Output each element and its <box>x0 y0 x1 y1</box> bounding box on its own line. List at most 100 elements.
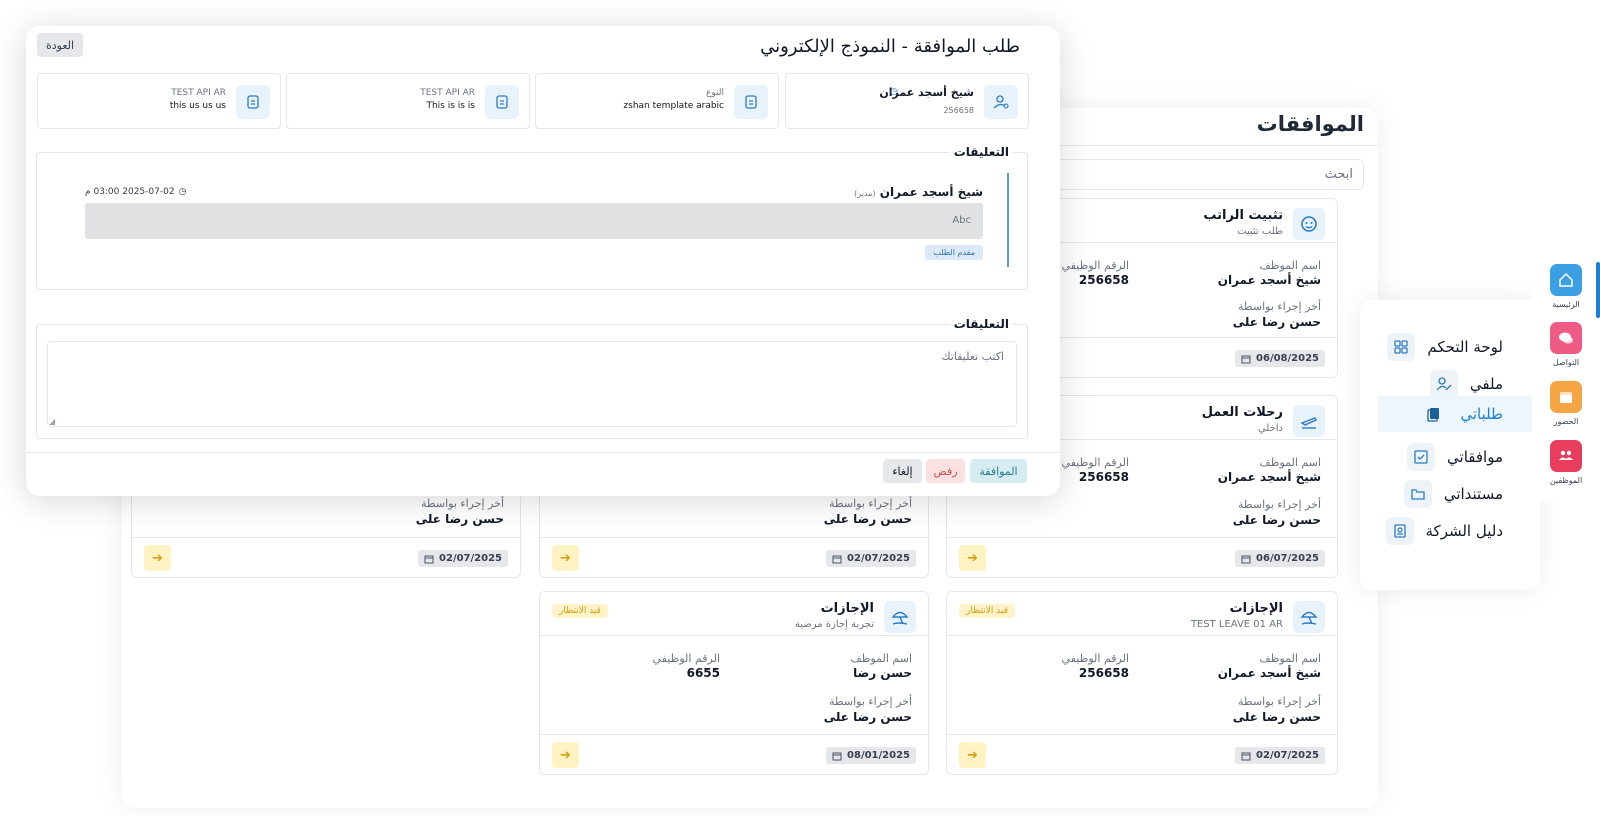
status-badge: قيد الانتظار <box>959 604 1015 618</box>
user-edit-icon <box>1429 370 1458 398</box>
clock-icon: ◷ <box>178 187 187 197</box>
menu-item-label: ملفي <box>1469 375 1503 393</box>
employee-name-value: شيخ أسجد عمران <box>1217 273 1321 287</box>
menu-item-profile[interactable]: ملفي <box>1353 367 1503 401</box>
menu-item-label: دليل الشركة <box>1425 522 1503 540</box>
info-card-requester: شيخ أسجد عمران 256658 ◷ <box>785 73 1029 129</box>
date-badge: 08/01/2025 <box>826 747 916 764</box>
last-action-value: حسن رضا على <box>415 512 504 526</box>
date-badge: 06/08/2025 <box>1235 350 1325 367</box>
rail-item-attendance[interactable]: الحضور <box>1534 381 1598 426</box>
card-header: الإجازات TEST LEAVE 01 AR قيد الانتظار <box>947 592 1337 636</box>
open-arrow-button[interactable]: ➔ <box>552 742 579 768</box>
last-action-value: حسن رضا على <box>1232 513 1321 527</box>
calendar-icon <box>1241 555 1251 563</box>
employee-id-label: الرقم الوظيفي <box>1061 259 1129 272</box>
rail-item-label: الموظفين <box>1549 476 1583 485</box>
reject-button[interactable]: رفض <box>926 459 965 483</box>
menu-item-company-directory[interactable]: دليل الشركة <box>1353 514 1503 548</box>
last-action-value: حسن رضا على <box>823 512 912 526</box>
card-subtitle: TEST LEAVE 01 AR <box>1190 619 1283 630</box>
id-card-icon <box>1385 517 1414 545</box>
documents-icon <box>1420 400 1448 428</box>
rail-item-label: الحضور <box>1553 417 1579 426</box>
comment-author-role: (مدير) <box>854 189 876 198</box>
rail-item-employees[interactable]: الموظفين <box>1534 440 1598 485</box>
document-icon <box>236 85 270 119</box>
card-title: الإجازات <box>1229 601 1283 616</box>
employee-name-value: حسن رضا <box>853 666 912 680</box>
last-action-label: أخر إجراء بواسطة <box>420 497 504 510</box>
menu-item-label: طلباتي <box>1460 405 1503 423</box>
comment-text: Abc <box>952 215 971 226</box>
folder-icon <box>1403 480 1432 508</box>
card-footer: 06/07/2025 ➔ <box>947 537 1337 577</box>
cancel-button[interactable]: إلغاء <box>883 459 922 483</box>
resize-handle-icon[interactable]: ◢ <box>49 417 55 426</box>
date-badge: 02/07/2025 <box>826 550 916 567</box>
employee-id-value: 256658 <box>1078 470 1129 484</box>
new-comment-section-title: التعليقات <box>949 317 1013 331</box>
approval-card[interactable]: الإجازات TEST LEAVE 01 AR قيد الانتظار ا… <box>946 591 1338 775</box>
menu-item-label: لوحة التحكم <box>1427 338 1503 356</box>
search-input[interactable]: ابحث <box>1048 159 1364 190</box>
calendar-icon <box>1550 381 1582 413</box>
beach-umbrella-icon <box>884 601 916 633</box>
info-card-value: This is is is <box>426 101 475 111</box>
info-card-field: TEST API AR this us us us <box>37 73 281 129</box>
open-arrow-button[interactable]: ➔ <box>959 545 986 571</box>
approval-card[interactable]: الإجازات تجربة إجازة مرضية قيد الانتظار … <box>539 591 929 775</box>
comment-body: Abc <box>85 203 983 239</box>
menu-item-my-documents[interactable]: مستنداتي <box>1353 477 1503 511</box>
chat-icon <box>1550 322 1582 354</box>
menu-item-my-approvals[interactable]: موافقاتي <box>1353 440 1503 474</box>
last-action-value: حسن رضا على <box>823 710 912 724</box>
info-card-field: TEST API AR This is is is <box>286 73 530 129</box>
date-value: 06/07/2025 <box>1256 553 1319 564</box>
rail-item-label: الرئيسية <box>1552 300 1580 309</box>
open-arrow-button[interactable]: ➔ <box>144 545 171 571</box>
requester-tag: مقدم الطلب <box>925 245 983 260</box>
page-title: الموافقات <box>1256 112 1364 136</box>
back-button[interactable]: العودة <box>37 33 83 57</box>
info-card-title: TEST API AR <box>420 88 475 98</box>
card-subtitle: تجربة إجازة مرضية <box>794 619 874 630</box>
date-badge: 06/07/2025 <box>1235 550 1325 567</box>
beach-umbrella-icon <box>1293 601 1325 633</box>
modal-title: طلب الموافقة - النموذج الإلكتروني <box>760 36 1020 57</box>
clock-icon: ◷ <box>890 87 898 97</box>
open-arrow-button[interactable]: ➔ <box>552 545 579 571</box>
last-action-label: أخر إجراء بواسطة <box>828 695 912 708</box>
search-placeholder: ابحث <box>1324 167 1353 182</box>
home-icon <box>1550 264 1582 296</box>
menu-item-dashboard[interactable]: لوحة التحكم <box>1353 330 1503 364</box>
info-card-value: 256658 <box>943 106 974 115</box>
rail-item-communication[interactable]: التواصل <box>1534 322 1598 367</box>
employee-id-value: 256658 <box>1078 273 1129 287</box>
calendar-icon <box>1241 355 1251 363</box>
employee-name-label: اسم الموظف <box>1259 259 1321 272</box>
card-header: الإجازات تجربة إجازة مرضية قيد الانتظار <box>540 592 928 636</box>
menu-item-my-requests[interactable]: طلباتي <box>1353 397 1503 431</box>
card-footer: 08/01/2025 ➔ <box>540 734 928 774</box>
open-arrow-button[interactable]: ➔ <box>959 742 986 768</box>
rail-item-home[interactable]: الرئيسية <box>1534 264 1598 309</box>
employee-name-label: اسم الموظف <box>850 652 912 665</box>
approval-request-modal: طلب الموافقة - النموذج الإلكتروني العودة… <box>26 26 1060 496</box>
user-icon <box>984 85 1018 119</box>
comment-author-name: شيخ أسجد عمران <box>879 185 983 199</box>
employee-id-label: الرقم الوظيفي <box>652 652 720 665</box>
info-card-type: النوع zshan template arabic <box>535 73 779 129</box>
employee-id-value: 256658 <box>1078 666 1129 680</box>
card-footer: 02/07/2025 ➔ <box>540 537 928 577</box>
people-icon <box>1550 440 1582 472</box>
card-title: تثبيت الراتب <box>1203 208 1283 223</box>
approve-button[interactable]: الموافقة <box>970 459 1027 483</box>
info-card-title: النوع <box>706 88 724 98</box>
comment-time: 2025-07-02 03:00 م <box>85 187 175 197</box>
card-title: الإجازات <box>820 601 874 616</box>
comments-section-title: التعليقات <box>949 145 1013 159</box>
approval-icon <box>1407 443 1436 471</box>
comment-textarea[interactable]: اكتب تعليقاتك ◢ <box>47 341 1017 427</box>
comment-placeholder: اكتب تعليقاتك <box>941 350 1005 363</box>
